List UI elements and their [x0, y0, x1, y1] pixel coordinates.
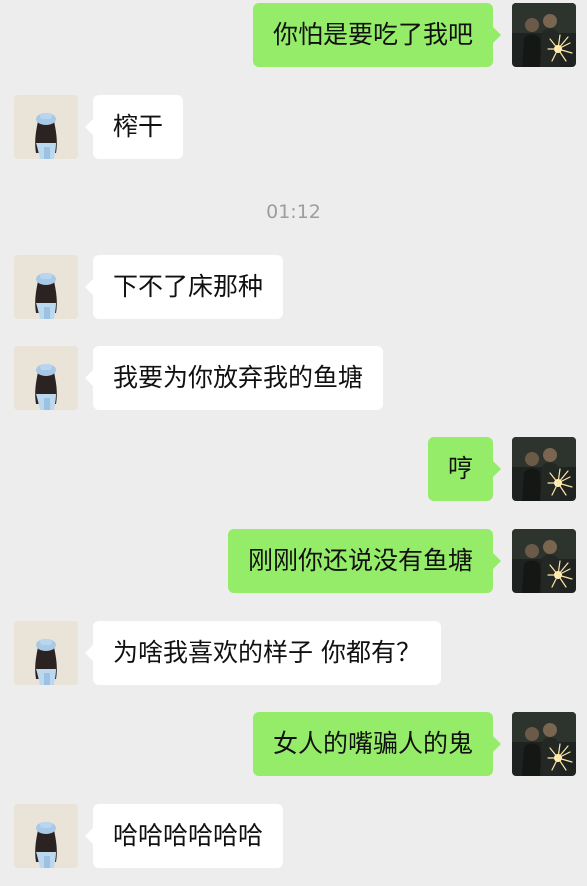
incoming-message-bubble[interactable]: 哈哈哈哈哈哈 [84, 804, 284, 868]
contact-avatar-icon[interactable] [14, 346, 78, 410]
incoming-message-bubble[interactable]: 为啥我喜欢的样子 你都有？ [85, 621, 441, 685]
outgoing-message-bubble[interactable]: 刚刚你还说没有鱼塘 [227, 529, 502, 593]
outgoing-message-bubble[interactable]: 女人的嘴骗人的鬼 [252, 712, 502, 776]
my-avatar-icon[interactable] [512, 437, 576, 501]
message-timestamp: 01:12 [266, 201, 321, 223]
my-avatar-icon[interactable] [512, 529, 576, 593]
outgoing-message-bubble[interactable]: 你怕是要吃了我吧 [252, 3, 502, 67]
chat-area: 你怕是要吃了我吧 榨干 01:12 下不了床那种 我要为你放弃我的鱼塘 哼 刚刚… [0, 0, 587, 886]
my-avatar-icon[interactable] [512, 712, 576, 776]
contact-avatar-icon[interactable] [14, 95, 78, 159]
contact-avatar-icon[interactable] [14, 804, 78, 868]
outgoing-message-bubble[interactable]: 哼 [427, 437, 502, 501]
my-avatar-icon[interactable] [512, 3, 576, 67]
contact-avatar-icon[interactable] [14, 255, 78, 319]
contact-avatar-icon[interactable] [14, 621, 78, 685]
incoming-message-bubble[interactable]: 我要为你放弃我的鱼塘 [84, 346, 384, 410]
incoming-message-bubble[interactable]: 榨干 [84, 95, 184, 159]
incoming-message-bubble[interactable]: 下不了床那种 [84, 255, 284, 319]
